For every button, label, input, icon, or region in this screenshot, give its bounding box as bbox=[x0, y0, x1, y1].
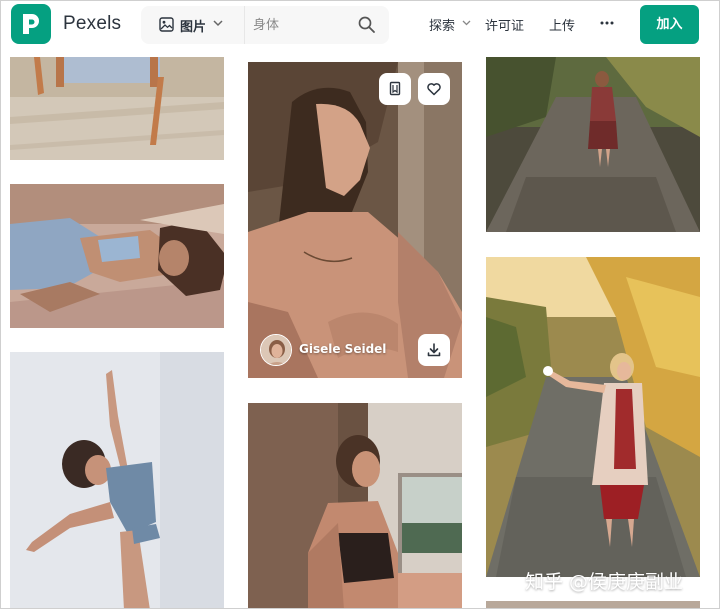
nav-explore-label: 探索 bbox=[429, 19, 456, 34]
pexels-window: Pexels 图片 探索 bbox=[0, 0, 720, 609]
search-icon[interactable] bbox=[357, 15, 377, 35]
search-input[interactable] bbox=[253, 12, 349, 38]
heart-icon bbox=[427, 83, 441, 96]
top-nav-bar: Pexels 图片 探索 bbox=[1, 1, 719, 49]
media-type-select[interactable]: 图片 bbox=[141, 6, 245, 44]
download-icon bbox=[427, 343, 441, 357]
pexels-logo-icon[interactable] bbox=[11, 4, 51, 44]
watermark-text: 知乎 @侯庚庚副业 bbox=[525, 571, 684, 593]
photo-card-woman-autumn[interactable] bbox=[486, 257, 700, 577]
join-button[interactable]: 加入 bbox=[640, 5, 699, 44]
chevron-down-icon bbox=[462, 20, 471, 26]
like-button[interactable] bbox=[418, 73, 450, 105]
download-button[interactable] bbox=[418, 334, 450, 366]
photo-card-dancer[interactable] bbox=[10, 352, 224, 608]
nav-explore[interactable]: 探索 bbox=[429, 15, 471, 34]
photo-card-woman-path[interactable] bbox=[486, 57, 700, 232]
photo-card-bottom-edge[interactable] bbox=[486, 601, 700, 608]
avatar bbox=[260, 334, 292, 366]
brand-name[interactable]: Pexels bbox=[63, 13, 121, 35]
collect-button[interactable] bbox=[379, 73, 411, 105]
photo-card-featured-woman[interactable]: Gisele Seidel bbox=[248, 62, 462, 378]
nav-upload[interactable]: 上传 bbox=[549, 15, 575, 34]
collect-icon bbox=[389, 81, 401, 96]
search-bar: 图片 bbox=[141, 6, 389, 44]
chevron-down-icon bbox=[213, 20, 223, 27]
author-name: Gisele Seidel bbox=[299, 342, 387, 356]
nav-license[interactable]: 许可证 bbox=[485, 15, 524, 34]
image-icon bbox=[159, 17, 174, 32]
more-icon[interactable] bbox=[597, 13, 617, 33]
photo-card-woman-lying[interactable] bbox=[10, 184, 224, 328]
photo-card-woman-window[interactable] bbox=[248, 403, 462, 608]
photo-card-chair-floor[interactable] bbox=[10, 57, 224, 160]
media-type-label: 图片 bbox=[180, 20, 207, 35]
